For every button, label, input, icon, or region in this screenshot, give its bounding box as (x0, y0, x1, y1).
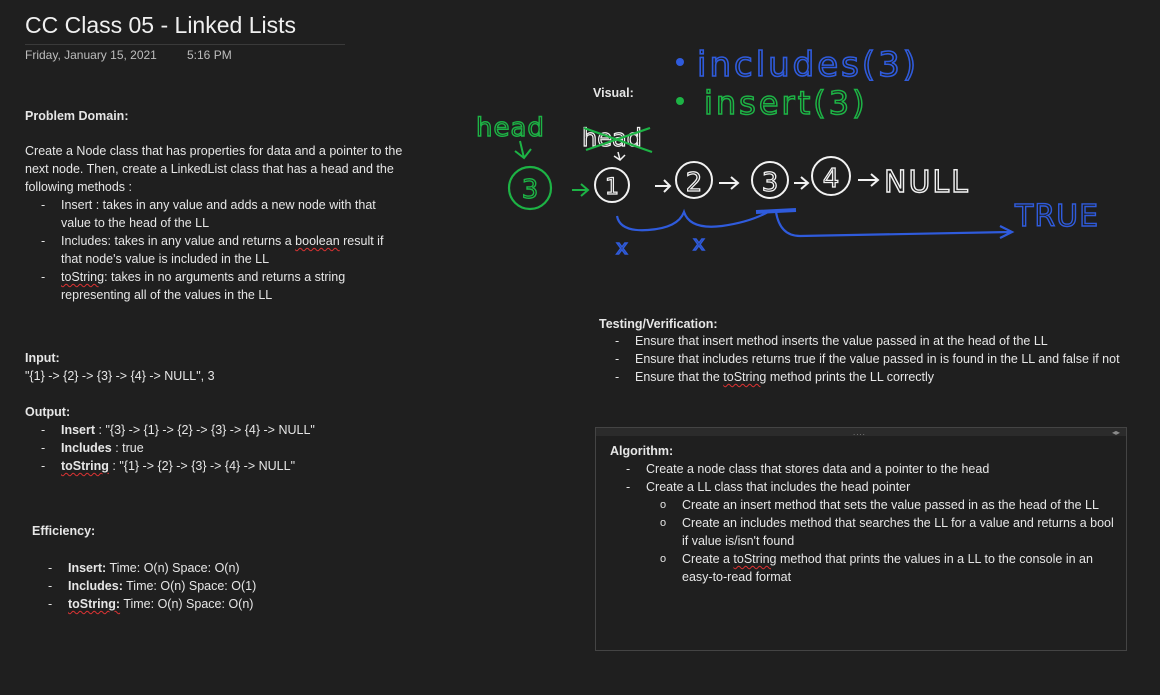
node-value: 2 (686, 168, 703, 198)
arrow-icon (794, 176, 810, 190)
x-mark-icon: x (693, 231, 705, 255)
node-value: 4 (823, 164, 840, 194)
handwriting-includes: includes(3) (697, 45, 919, 85)
handwriting-head-new: head (476, 113, 545, 143)
node-value: 1 (605, 175, 619, 200)
algorithm-subitem: Create a toString method that prints the… (610, 550, 1120, 586)
algorithm-heading: Algorithm: (610, 444, 674, 458)
node-value: 3 (522, 175, 539, 205)
testing-heading: Testing/Verification: (599, 317, 718, 331)
result-arrow-icon (774, 211, 1015, 239)
x-mark-icon: x (616, 235, 628, 259)
old-head-arrow-icon (613, 151, 626, 161)
arrow-icon (655, 179, 672, 193)
head-arrow-icon (514, 140, 532, 160)
testing-list: Ensure that insert method inserts the va… (599, 332, 1124, 386)
traversal-brace-icon (615, 208, 769, 232)
algorithm-sublist: Create an insert method that sets the va… (610, 496, 1120, 586)
arrow-icon (572, 183, 590, 197)
handwriting-null: NULL (884, 165, 970, 200)
arrow-icon (719, 176, 740, 190)
blue-bullet-icon (676, 58, 684, 66)
algorithm-item: Create a LL class that includes the head… (610, 478, 1120, 496)
resize-handle-icon[interactable]: ◂▸ (1112, 428, 1120, 437)
arrow-icon (858, 173, 880, 187)
algorithm-subitem: Create an includes method that searches … (610, 514, 1120, 550)
algorithm-item: Create a node class that stores data and… (610, 460, 1120, 478)
node-value: 3 (762, 168, 779, 198)
green-bullet-icon (676, 97, 684, 105)
testing-item: Ensure that insert method inserts the va… (599, 332, 1124, 350)
algorithm-list: Create a node class that stores data and… (610, 460, 1120, 496)
algorithm-subitem: Create an insert method that sets the va… (610, 496, 1120, 514)
testing-item: Ensure that includes returns true if the… (599, 350, 1124, 368)
drag-grip-icon[interactable]: .... (853, 428, 866, 437)
testing-item: Ensure that the toString method prints t… (599, 368, 1124, 386)
handwriting-insert: insert(3) (704, 84, 868, 122)
match-highlight-icon (755, 208, 797, 214)
handwriting-true: TRUE (1014, 199, 1099, 234)
